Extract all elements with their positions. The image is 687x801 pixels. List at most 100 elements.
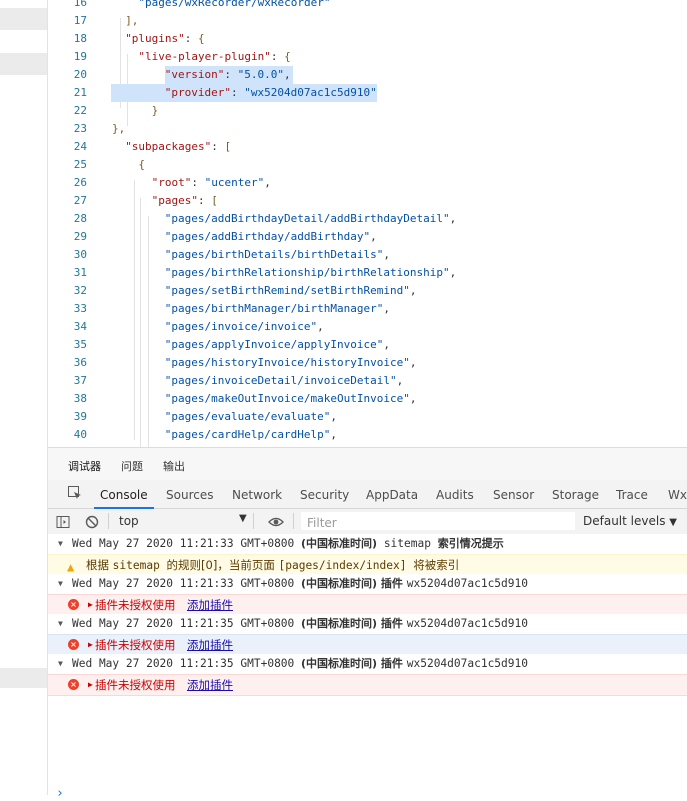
console-error: × ▶ 插件未授权使用 添加插件 (48, 594, 687, 616)
code-line[interactable]: 24 "subpackages": [ (48, 138, 687, 156)
code-token: "pages/cardHelp/cardHelp" (164, 428, 331, 441)
code-token: "pages/birthManager/birthManager" (164, 302, 384, 315)
code-line[interactable]: 33 "pages/birthManager/birthManager", (48, 300, 687, 318)
tab-wxml[interactable]: Wxml (668, 488, 687, 502)
sidebar-row-highlight[interactable] (0, 8, 47, 30)
expand-caret-icon[interactable]: ▶ (88, 675, 93, 695)
chevron-down-icon[interactable]: ▼ (239, 513, 247, 524)
file-tree-sidebar (0, 0, 48, 795)
expand-triangle-icon[interactable]: ▼ (58, 654, 63, 674)
console-group-header[interactable]: ▼ Wed May 27 2020 11:21:35 GMT+0800 (中国标准… (48, 654, 687, 675)
line-number: 22 (73, 104, 87, 117)
group-title: Wed May 27 2020 11:21:35 GMT+0800 (中国标准时… (72, 614, 528, 634)
code-text: { (138, 156, 145, 174)
code-token: "version" (164, 68, 225, 81)
group-zone: (中国标准时间) (301, 577, 378, 590)
code-line[interactable]: 37 "pages/invoiceDetail/invoiceDetail", (48, 372, 687, 390)
console-group-header[interactable]: ▼ Wed May 27 2020 11:21:33 GMT+0800 (中国标准… (48, 574, 687, 595)
code-line[interactable]: 31 "pages/birthRelationship/birthRelation… (48, 264, 687, 282)
code-line[interactable]: 30 "pages/birthDetails/birthDetails", (48, 246, 687, 264)
filter-input[interactable] (301, 514, 567, 532)
tab-storage[interactable]: Storage (552, 488, 599, 502)
expand-triangle-icon[interactable]: ▼ (58, 574, 63, 594)
tab-console[interactable]: Console (94, 488, 154, 509)
code-token: , (317, 320, 324, 333)
sidebar-toggle-icon[interactable] (56, 515, 70, 529)
tab-security[interactable]: Security (300, 488, 349, 502)
code-line[interactable]: 39 "pages/evaluate/evaluate", (48, 408, 687, 426)
code-line[interactable]: 29 "pages/addBirthday/addBirthday", (48, 228, 687, 246)
code-text: } (152, 102, 159, 120)
line-number: 16 (73, 0, 87, 9)
code-text: "subpackages": [ (125, 138, 231, 156)
eye-icon[interactable] (268, 515, 284, 529)
expand-triangle-icon[interactable]: ▼ (58, 614, 63, 634)
tab-sensor[interactable]: Sensor (493, 488, 534, 502)
code-line[interactable]: 18 "plugins": { (48, 30, 687, 48)
tab-issues[interactable]: 问题 (121, 458, 143, 474)
error-text: 插件未授权使用 (95, 678, 176, 692)
sidebar-row-highlight[interactable] (0, 53, 47, 75)
code-line[interactable]: 26 "root": "ucenter", (48, 174, 687, 192)
tab-output[interactable]: 输出 (163, 458, 185, 474)
code-line[interactable]: 40 "pages/cardHelp/cardHelp", (48, 426, 687, 444)
add-plugin-link[interactable]: 添加插件 (187, 595, 233, 615)
code-line[interactable]: 23}, (48, 120, 687, 138)
code-line[interactable]: 38 "pages/makeOutInvoice/makeOutInvoice", (48, 390, 687, 408)
expand-caret-icon[interactable]: ▶ (88, 635, 93, 655)
tab-debugger[interactable]: 调试器 (68, 458, 101, 482)
inspect-element-icon[interactable] (68, 486, 82, 500)
expand-triangle-icon[interactable]: ▼ (58, 534, 63, 554)
code-line[interactable]: 22} (48, 102, 687, 120)
code-token: [ (224, 140, 232, 153)
code-token: "pages/invoiceDetail/invoiceDetail" (164, 374, 397, 387)
code-line[interactable]: 21 "provider": "wx5204d07ac1c5d910" (48, 84, 687, 102)
toolbar-divider (108, 513, 109, 529)
code-line[interactable]: 34 "pages/invoice/invoice", (48, 318, 687, 336)
code-line[interactable]: 17], (48, 12, 687, 30)
code-text: "pages/invoiceDetail/invoiceDetail", (165, 372, 403, 390)
code-text: "pages/cardHelp/cardHelp", (165, 426, 337, 444)
line-number: 19 (73, 50, 87, 63)
line-number: 17 (73, 14, 87, 27)
code-line[interactable]: 28 "pages/addBirthdayDetail/addBirthdayDe… (48, 210, 687, 228)
tab-appdata[interactable]: AppData (366, 488, 418, 502)
line-number: 36 (73, 356, 87, 369)
code-line[interactable]: 32 "pages/setBirthRemind/setBirthRemind", (48, 282, 687, 300)
code-editor[interactable]: 16 "pages/wxRecorder/wxRecorder" 17], 18 "pl… (48, 0, 687, 447)
tab-network[interactable]: Network (232, 488, 282, 502)
clear-console-icon[interactable] (85, 515, 99, 529)
code-line[interactable]: 16 "pages/wxRecorder/wxRecorder" (48, 0, 687, 12)
code-line[interactable]: 35 "pages/applyInvoice/applyInvoice", (48, 336, 687, 354)
code-text: "plugins": { (125, 30, 204, 48)
code-line[interactable]: 25 { (48, 156, 687, 174)
code-line[interactable]: 20 "version": "5.0.0", (48, 66, 687, 84)
log-levels-dropdown[interactable]: Default levels ▼ (583, 514, 677, 528)
code-line[interactable]: 19 "live-player-plugin": { (48, 48, 687, 66)
group-kind: 插件 (377, 577, 407, 590)
code-line[interactable]: 27 "pages": [ (48, 192, 687, 210)
group-title: Wed May 27 2020 11:21:33 GMT+0800 (中国标准时… (72, 574, 528, 594)
console-prompt-icon[interactable]: › (56, 786, 64, 801)
sidebar-row-highlight[interactable] (0, 668, 47, 688)
code-token: "pages/birthDetails/birthDetails" (164, 248, 384, 261)
tab-audits[interactable]: Audits (436, 488, 474, 502)
code-token: , (449, 266, 457, 279)
line-number: 37 (73, 374, 87, 387)
tab-trace[interactable]: Trace (616, 488, 648, 502)
devtools-top-tabs: 调试器 问题 输出 (48, 447, 687, 482)
code-token: { (284, 50, 291, 63)
add-plugin-link[interactable]: 添加插件 (187, 675, 233, 695)
tab-sources[interactable]: Sources (166, 488, 213, 502)
line-number: 35 (73, 338, 87, 351)
group-title: Wed May 27 2020 11:21:33 GMT+0800 (中国标准时… (72, 534, 504, 554)
code-text: "pages/applyInvoice/applyInvoice", (165, 336, 390, 354)
context-selector[interactable]: top (119, 514, 139, 528)
expand-caret-icon[interactable]: ▶ (88, 595, 93, 615)
console-group-header[interactable]: ▼ Wed May 27 2020 11:21:35 GMT+0800 (中国标准… (48, 614, 687, 635)
add-plugin-link[interactable]: 添加插件 (187, 635, 233, 655)
console-group-header[interactable]: ▼ Wed May 27 2020 11:21:33 GMT+0800 (中国标准… (48, 534, 687, 555)
code-token: "pages/makeOutInvoice/makeOutInvoice" (164, 392, 410, 405)
code-token: } (151, 104, 159, 117)
code-line[interactable]: 36 "pages/historyInvoice/historyInvoice", (48, 354, 687, 372)
